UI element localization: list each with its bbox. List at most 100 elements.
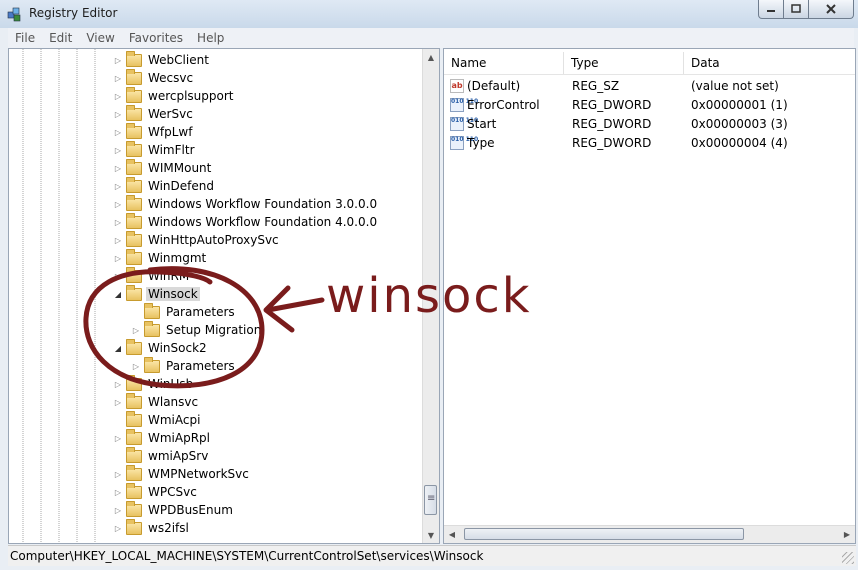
collapsed-arrow-icon[interactable]: ▷	[113, 488, 123, 497]
menu-favorites[interactable]: Favorites	[122, 31, 190, 45]
tree-item-label[interactable]: Setup Migration	[164, 323, 263, 337]
maximize-button[interactable]	[784, 0, 809, 19]
tree-item-label[interactable]: WfpLwf	[146, 125, 194, 139]
menu-view[interactable]: View	[79, 31, 121, 45]
collapsed-arrow-icon[interactable]: ▷	[113, 254, 123, 263]
tree-item-label[interactable]: WinHttpAutoProxySvc	[146, 233, 281, 247]
tree-item[interactable]: ▷ Parameters	[131, 356, 237, 375]
close-button[interactable]	[809, 0, 854, 19]
values-scroll-thumb[interactable]	[464, 528, 744, 540]
tree-item[interactable]: ▷ Setup Migration	[131, 320, 263, 339]
tree-item[interactable]: wmiApSrv	[113, 446, 210, 465]
column-header-type[interactable]: Type	[564, 52, 684, 74]
tree-item[interactable]: ▷ Winmgmt	[113, 248, 208, 267]
tree-item-label[interactable]: Parameters	[164, 305, 237, 319]
collapsed-arrow-icon[interactable]: ▷	[113, 218, 123, 227]
tree-item[interactable]: ▷ WfpLwf	[113, 122, 194, 141]
value-row[interactable]: 010 110 Start REG_DWORD 0x00000003 (3)	[444, 114, 855, 133]
tree-item-label[interactable]: Parameters	[164, 359, 237, 373]
collapsed-arrow-icon[interactable]: ▷	[131, 362, 141, 371]
collapsed-arrow-icon[interactable]: ▷	[113, 470, 123, 479]
collapsed-arrow-icon[interactable]: ▷	[113, 434, 123, 443]
tree-item-label[interactable]: Wecsvc	[146, 71, 195, 85]
collapsed-arrow-icon[interactable]: ▷	[113, 236, 123, 245]
expanded-arrow-icon[interactable]: ◢	[113, 290, 123, 299]
tree-item-label[interactable]: WinSock2	[146, 341, 209, 355]
minimize-button[interactable]	[758, 0, 784, 19]
tree-item[interactable]: ◢ WinSock2	[113, 338, 209, 357]
column-header-data[interactable]: Data	[684, 52, 855, 74]
tree-item-label[interactable]: Windows Workflow Foundation 4.0.0.0	[146, 215, 379, 229]
tree-item-label[interactable]: Winmgmt	[146, 251, 208, 265]
tree-item-label[interactable]: WPCSvc	[146, 485, 199, 499]
expanded-arrow-icon[interactable]: ◢	[113, 344, 123, 353]
tree-item-label[interactable]: WMPNetworkSvc	[146, 467, 251, 481]
collapsed-arrow-icon[interactable]: ▷	[113, 506, 123, 515]
menu-help[interactable]: Help	[190, 31, 231, 45]
values-horizontal-scrollbar[interactable]: ◀ ▶	[444, 525, 855, 543]
menu-file[interactable]: File	[8, 31, 42, 45]
scroll-up-icon[interactable]: ▲	[423, 49, 439, 65]
tree-item-label[interactable]: WerSvc	[146, 107, 195, 121]
value-row[interactable]: ab (Default) REG_SZ (value not set)	[444, 76, 855, 95]
tree-item[interactable]: ▷ Windows Workflow Foundation 3.0.0.0	[113, 194, 379, 213]
tree-item[interactable]: ▷ WinHttpAutoProxySvc	[113, 230, 281, 249]
tree-item[interactable]: ▷ Windows Workflow Foundation 4.0.0.0	[113, 212, 379, 231]
collapsed-arrow-icon[interactable]: ▷	[113, 380, 123, 389]
collapsed-arrow-icon[interactable]: ▷	[113, 200, 123, 209]
tree-item-label[interactable]: WebClient	[146, 53, 211, 67]
tree-item[interactable]: ▷ WmiApRpl	[113, 428, 212, 447]
tree-item[interactable]: ▷ WerSvc	[113, 104, 195, 123]
tree-item[interactable]: ◢ Winsock	[113, 284, 200, 303]
collapsed-arrow-icon[interactable]: ▷	[113, 272, 123, 281]
collapsed-arrow-icon[interactable]: ▷	[113, 398, 123, 407]
collapsed-arrow-icon[interactable]: ▷	[113, 128, 123, 137]
scroll-down-icon[interactable]: ▼	[423, 527, 439, 543]
tree-item-label[interactable]: wmiApSrv	[146, 449, 210, 463]
tree-item[interactable]: ▷ WinRM	[113, 266, 191, 285]
tree-item[interactable]: Parameters	[131, 302, 237, 321]
tree-item[interactable]: WmiAcpi	[113, 410, 202, 429]
scroll-left-icon[interactable]: ◀	[444, 526, 460, 543]
collapsed-arrow-icon[interactable]: ▷	[131, 326, 141, 335]
tree-item-label[interactable]: ws2ifsl	[146, 521, 191, 535]
tree-item-label[interactable]: WinDefend	[146, 179, 216, 193]
tree-item-label[interactable]: WinRM	[146, 269, 191, 283]
collapsed-arrow-icon[interactable]: ▷	[113, 524, 123, 533]
scroll-right-icon[interactable]: ▶	[839, 526, 855, 543]
tree-item[interactable]: ▷ ws2ifsl	[113, 518, 191, 537]
collapsed-arrow-icon[interactable]: ▷	[113, 182, 123, 191]
tree-item-label[interactable]: wercplsupport	[146, 89, 236, 103]
value-row[interactable]: 010 110 ErrorControl REG_DWORD 0x00000001 (…	[444, 95, 855, 114]
tree-item[interactable]: ▷ WimFltr	[113, 140, 197, 159]
column-header-name[interactable]: Name	[444, 52, 564, 74]
tree-item[interactable]: ▷ Wecsvc	[113, 68, 195, 87]
tree-item-label[interactable]: WmiApRpl	[146, 431, 212, 445]
tree-item[interactable]: ▷ WebClient	[113, 50, 211, 69]
collapsed-arrow-icon[interactable]: ▷	[113, 74, 123, 83]
value-row[interactable]: 010 110 Type REG_DWORD 0x00000004 (4)	[444, 133, 855, 152]
collapsed-arrow-icon[interactable]: ▷	[113, 110, 123, 119]
tree-item[interactable]: ▷ WinDefend	[113, 176, 216, 195]
tree-item[interactable]: ▷ WIMMount	[113, 158, 213, 177]
tree-item[interactable]: ▷ WPDBusEnum	[113, 500, 235, 519]
tree-item-label[interactable]: Winsock	[146, 287, 200, 301]
tree-item-label[interactable]: Windows Workflow Foundation 3.0.0.0	[146, 197, 379, 211]
collapsed-arrow-icon[interactable]: ▷	[113, 56, 123, 65]
collapsed-arrow-icon[interactable]: ▷	[113, 146, 123, 155]
tree-item[interactable]: ▷ WMPNetworkSvc	[113, 464, 251, 483]
tree-item-label[interactable]: WIMMount	[146, 161, 213, 175]
tree-scroll-thumb[interactable]	[424, 485, 437, 515]
tree-item-label[interactable]: WPDBusEnum	[146, 503, 235, 517]
tree-item-label[interactable]: WimFltr	[146, 143, 197, 157]
resize-grip-icon[interactable]	[842, 552, 854, 564]
collapsed-arrow-icon[interactable]: ▷	[113, 92, 123, 101]
tree-item[interactable]: ▷ Wlansvc	[113, 392, 200, 411]
tree-item-label[interactable]: Wlansvc	[146, 395, 200, 409]
collapsed-arrow-icon[interactable]: ▷	[113, 164, 123, 173]
menu-edit[interactable]: Edit	[42, 31, 79, 45]
tree-item-label[interactable]: WmiAcpi	[146, 413, 202, 427]
tree-item-label[interactable]: WinUsb	[146, 377, 195, 391]
tree-item[interactable]: ▷ wercplsupport	[113, 86, 236, 105]
tree-item[interactable]: ▷ WinUsb	[113, 374, 195, 393]
